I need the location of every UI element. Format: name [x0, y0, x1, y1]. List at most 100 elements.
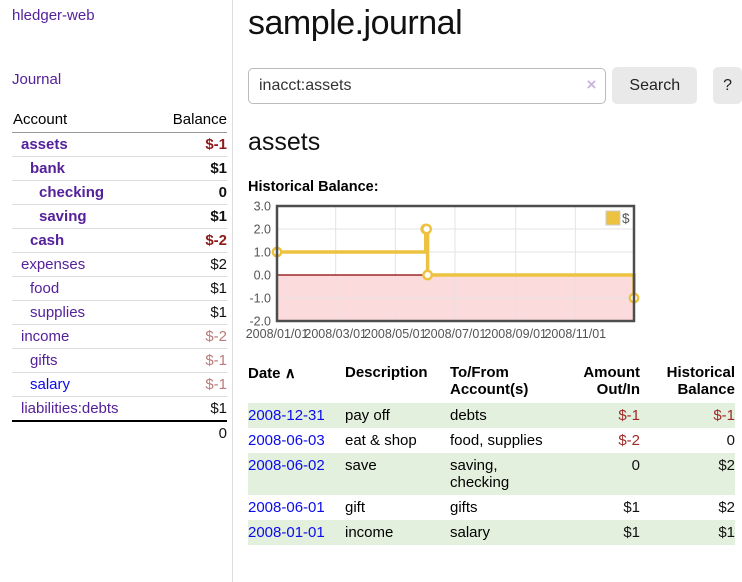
main-content: sample.journal × Search ? assets Histori…	[248, 0, 742, 545]
accounts-header-row: Account Balance	[12, 108, 227, 133]
register-header-row: Date ∧ Description To/From Account(s) Am…	[248, 361, 735, 403]
transaction-date-link[interactable]: 2008-06-01	[248, 499, 325, 516]
search-box: ×	[248, 68, 606, 104]
account-link[interactable]: expenses	[21, 256, 85, 273]
register-header-balance: Historical Balance	[640, 361, 735, 403]
transaction-balance: $-1	[640, 403, 735, 428]
sort-asc-icon: ∧	[285, 365, 296, 382]
help-button[interactable]: ?	[713, 67, 742, 104]
account-balance: $-2	[162, 325, 227, 349]
accounts-header-balance: Balance	[162, 108, 227, 133]
y-tick-label: -1.0	[249, 292, 271, 306]
account-row: salary $-1	[12, 373, 227, 397]
y-tick-label: 0.0	[254, 269, 271, 283]
account-balance: $1	[162, 301, 227, 325]
chart-point-marker	[422, 225, 430, 233]
account-link[interactable]: saving	[39, 208, 87, 225]
transaction-balance: $2	[640, 495, 735, 520]
transaction-amount: $1	[578, 495, 640, 520]
account-link[interactable]: food	[30, 280, 59, 297]
account-row: supplies $1	[12, 301, 227, 325]
accounts-total-spacer	[12, 421, 162, 445]
app-title-link[interactable]: hledger-web	[12, 7, 226, 24]
search-input[interactable]	[248, 68, 606, 104]
x-tick-label: 2008/11/01	[544, 327, 606, 341]
clear-search-icon[interactable]: ×	[586, 75, 596, 95]
transaction-amount: 0	[578, 453, 640, 495]
account-link[interactable]: cash	[30, 232, 64, 249]
account-balance: $1	[162, 157, 227, 181]
accounts-table: Account Balance assets $-1 bank $1 checking 0…	[12, 108, 227, 445]
chart-label: Historical Balance:	[248, 179, 742, 195]
account-balance: $-2	[162, 229, 227, 253]
x-tick-label: 2008/03/01	[304, 327, 367, 341]
historical-balance-chart: $3.02.01.00.0-1.0-2.02008/01/012008/03/0…	[248, 201, 742, 349]
account-link[interactable]: supplies	[30, 304, 85, 321]
register-header-description: Description	[345, 361, 450, 403]
transaction-amount: $1	[578, 520, 640, 545]
transaction-balance: 0	[640, 428, 735, 453]
transaction-description: income	[345, 520, 450, 545]
register-row: 2008-06-01 giftgifts$1$2	[248, 495, 735, 520]
transaction-amount: $-2	[578, 428, 640, 453]
sidebar-item-journal[interactable]: Journal	[12, 71, 226, 88]
transaction-accounts: salary	[450, 520, 578, 545]
transaction-date-link[interactable]: 2008-06-03	[248, 432, 325, 449]
page-title: sample.journal	[248, 0, 742, 43]
account-balance: $-1	[162, 373, 227, 397]
y-tick-label: 3.0	[254, 200, 271, 214]
account-balance: $-1	[162, 349, 227, 373]
transaction-amount: $-1	[578, 403, 640, 428]
account-link[interactable]: checking	[39, 184, 104, 201]
account-row: saving $1	[12, 205, 227, 229]
transaction-balance: $1	[640, 520, 735, 545]
account-balance: $1	[162, 205, 227, 229]
accounts-header-account: Account	[12, 108, 162, 133]
account-link[interactable]: bank	[30, 160, 65, 177]
account-link[interactable]: salary	[30, 376, 70, 393]
register-row: 2008-12-31pay offdebts$-1$-1	[248, 403, 735, 428]
legend-swatch	[606, 211, 620, 225]
register-row: 2008-06-03eat & shopfood, supplies$-20	[248, 428, 735, 453]
transaction-balance: $2	[640, 453, 735, 495]
account-link[interactable]: assets	[21, 136, 68, 153]
account-row: gifts $-1	[12, 349, 227, 373]
account-row: expenses $2	[12, 253, 227, 277]
transaction-accounts: debts	[450, 403, 578, 428]
account-row: cash $-2	[12, 229, 227, 253]
account-row: assets $-1	[12, 133, 227, 157]
legend-label: $	[622, 211, 630, 226]
register-row: 2008-01-01incomesalary$1$1	[248, 520, 735, 545]
x-tick-label: 2008/01/01	[246, 327, 309, 341]
account-row: liabilities:debts$1	[12, 397, 227, 422]
account-heading: assets	[248, 128, 742, 157]
account-row: income $-2	[12, 325, 227, 349]
transaction-date-link[interactable]: 2008-06-02	[248, 457, 325, 474]
search-button[interactable]: Search	[612, 67, 697, 104]
transaction-date-link[interactable]: 2008-01-01	[248, 524, 325, 541]
x-tick-label: 2008/05/01	[364, 327, 427, 341]
transaction-description: eat & shop	[345, 428, 450, 453]
account-link[interactable]: income	[21, 328, 69, 345]
account-link[interactable]: gifts	[30, 352, 58, 369]
search-form: × Search ?	[248, 67, 742, 104]
accounts-total-row: 0	[12, 421, 227, 445]
y-tick-label: 2.0	[254, 223, 271, 237]
account-link[interactable]: liabilities:debts	[21, 400, 119, 417]
register-table: Date ∧ Description To/From Account(s) Am…	[248, 361, 735, 545]
accounts-total-value: 0	[162, 421, 227, 445]
register-header-amount: Amount Out/In	[578, 361, 640, 403]
account-row: bank $1	[12, 157, 227, 181]
chart-point-marker	[423, 271, 431, 279]
transaction-date-link[interactable]: 2008-12-31	[248, 407, 325, 424]
account-balance: 0	[162, 181, 227, 205]
x-tick-label: 2008/07/01	[424, 327, 487, 341]
account-row: checking 0	[12, 181, 227, 205]
account-balance: $1	[162, 277, 227, 301]
sidebar: hledger-web Journal Account Balance asse…	[0, 0, 233, 582]
transaction-description: gift	[345, 495, 450, 520]
transaction-accounts: gifts	[450, 495, 578, 520]
register-header-date[interactable]: Date ∧	[248, 361, 345, 403]
account-balance: $-1	[162, 133, 227, 157]
account-balance: $2	[162, 253, 227, 277]
